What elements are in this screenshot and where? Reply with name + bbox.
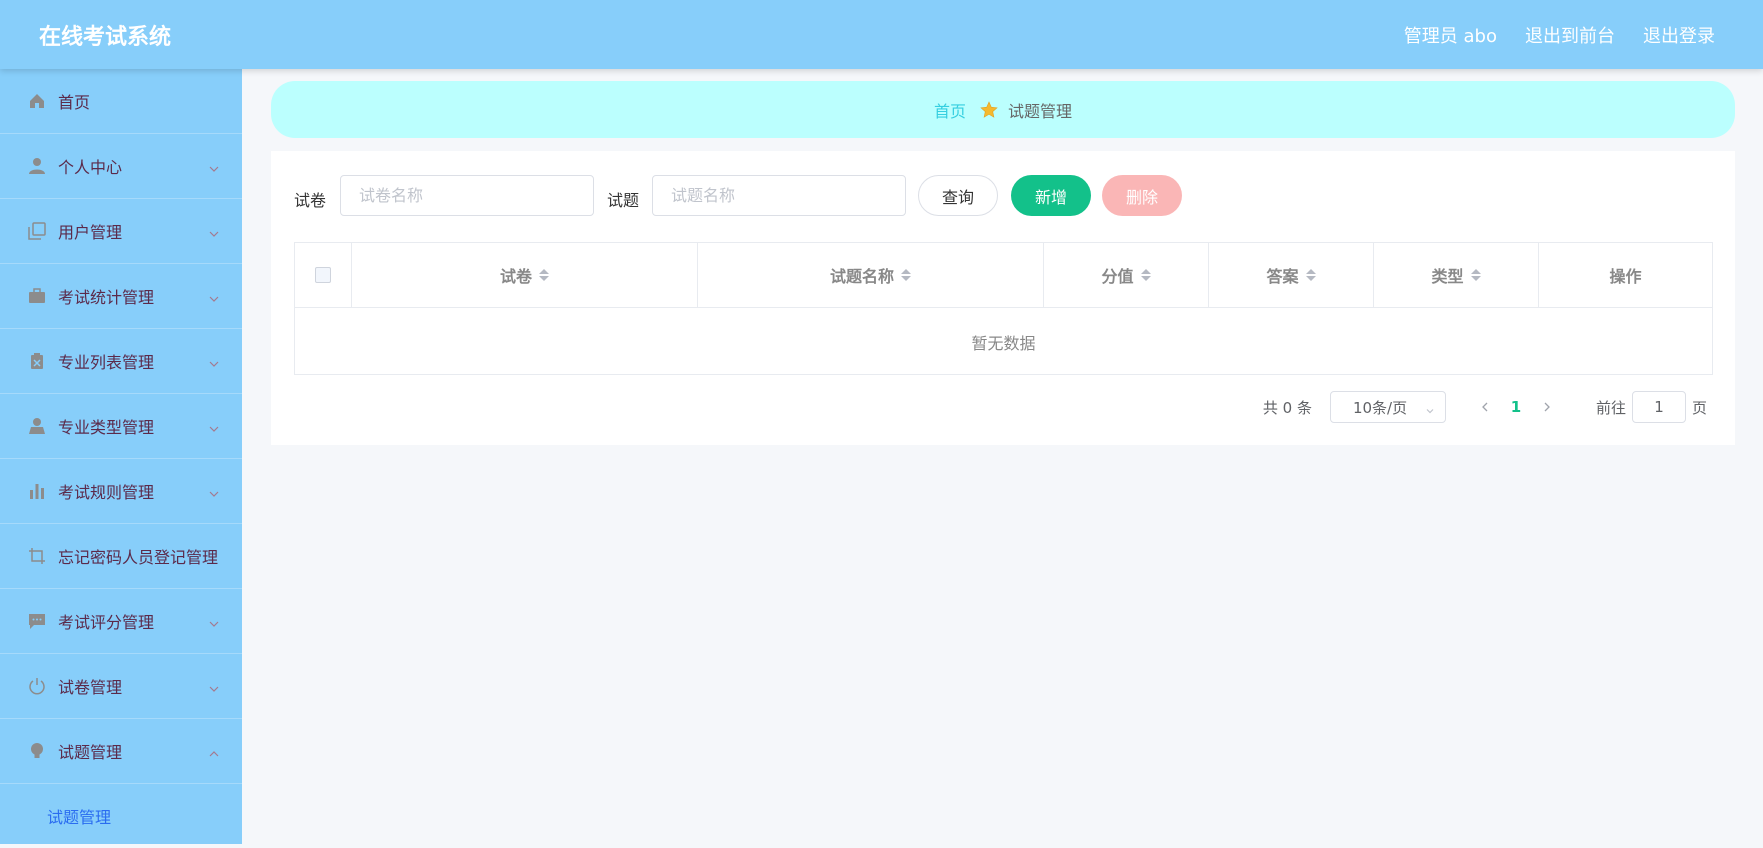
sidebar-item-label: 个人中心 bbox=[58, 158, 123, 177]
column-title: 类型 bbox=[1431, 267, 1464, 286]
paper-filter-label: 试卷 bbox=[294, 191, 327, 210]
sidebar-item-label: 考试评分管理 bbox=[58, 613, 155, 632]
column-header-paper[interactable]: 试卷 bbox=[352, 243, 698, 307]
sidebar-item-label: 专业列表管理 bbox=[58, 353, 155, 372]
crop-icon bbox=[28, 547, 46, 565]
sidebar-item-label: 忘记密码人员登记管理 bbox=[58, 548, 219, 567]
select-all-checkbox[interactable] bbox=[315, 267, 331, 283]
breadcrumb-current: 试题管理 bbox=[1008, 101, 1073, 121]
sidebar-item-label: 考试统计管理 bbox=[58, 288, 155, 307]
sidebar-item-exam-statistics[interactable]: 考试统计管理 bbox=[0, 264, 242, 329]
sidebar-item-question-management[interactable]: 试题管理 bbox=[0, 719, 242, 784]
chevron-down-icon bbox=[208, 420, 220, 432]
sidebar-item-label: 试题管理 bbox=[58, 743, 123, 762]
column-title: 答案 bbox=[1266, 267, 1299, 286]
exit-to-front-link[interactable]: 退出到前台 bbox=[1525, 22, 1615, 48]
goto-label: 前往 bbox=[1595, 398, 1626, 417]
goto-page-input[interactable] bbox=[1631, 391, 1686, 423]
copy-icon bbox=[28, 222, 46, 240]
sidebar: 首页 个人中心 用户管理 考试统计管理 专业列表管理 专业类型管理 考试规则管理… bbox=[0, 69, 242, 844]
sort-icon[interactable] bbox=[1470, 269, 1481, 281]
bar-chart-icon bbox=[28, 482, 46, 500]
briefcase-icon bbox=[28, 287, 46, 305]
chevron-down-icon bbox=[208, 160, 220, 172]
table-empty-text: 暂无数据 bbox=[971, 333, 1036, 353]
app-title: 在线考试系统 bbox=[39, 25, 172, 50]
chevron-down-icon bbox=[208, 355, 220, 367]
query-button[interactable]: 查询 bbox=[918, 175, 998, 216]
chevron-down-icon bbox=[208, 485, 220, 497]
sidebar-item-label: 考试规则管理 bbox=[58, 483, 155, 502]
chevron-down-icon bbox=[1425, 402, 1435, 414]
add-button[interactable]: 新增 bbox=[1011, 175, 1091, 216]
page-number-active[interactable]: 1 bbox=[1496, 398, 1536, 416]
page-size-value: 10条/页 bbox=[1352, 398, 1408, 417]
pagination-total: 共 0 条 bbox=[1262, 398, 1312, 417]
column-title: 试卷 bbox=[499, 267, 532, 286]
sidebar-item-user-management[interactable]: 用户管理 bbox=[0, 199, 242, 264]
chevron-down-icon bbox=[208, 225, 220, 237]
sidebar-item-exam-rules[interactable]: 考试规则管理 bbox=[0, 459, 242, 524]
sidebar-item-label: 用户管理 bbox=[58, 223, 123, 242]
select-all-cell[interactable] bbox=[295, 243, 352, 307]
sort-icon[interactable] bbox=[1140, 269, 1151, 281]
column-title: 试题名称 bbox=[829, 267, 894, 286]
sort-icon[interactable] bbox=[901, 269, 911, 281]
column-header-type[interactable]: 类型 bbox=[1374, 243, 1539, 307]
sidebar-item-paper-management[interactable]: 试卷管理 bbox=[0, 654, 242, 719]
sidebar-item-forgot-password[interactable]: 忘记密码人员登记管理 bbox=[0, 524, 242, 589]
main-panel: 试卷 试题 查询 新增 删除 试卷 试题名称 分值 答案 bbox=[271, 151, 1735, 445]
paper-name-input[interactable] bbox=[340, 175, 594, 216]
sidebar-item-label: 专业类型管理 bbox=[58, 418, 155, 437]
sidebar-item-major-type[interactable]: 专业类型管理 bbox=[0, 394, 242, 459]
sidebar-item-home[interactable]: 首页 bbox=[0, 69, 242, 134]
user-icon bbox=[28, 157, 46, 175]
home-icon bbox=[28, 92, 46, 110]
sidebar-item-major-list[interactable]: 专业列表管理 bbox=[0, 329, 242, 394]
sort-icon[interactable] bbox=[539, 269, 549, 281]
sidebar-subitem-question-management[interactable]: 试题管理 bbox=[0, 784, 242, 848]
table-header: 试卷 试题名称 分值 答案 类型 操作 bbox=[295, 243, 1712, 308]
question-filter-label: 试题 bbox=[607, 191, 640, 210]
breadcrumb: 首页 试题管理 bbox=[271, 81, 1735, 138]
column-title: 分值 bbox=[1101, 267, 1134, 286]
chevron-down-icon bbox=[208, 290, 220, 302]
column-header-score[interactable]: 分值 bbox=[1044, 243, 1209, 307]
power-icon bbox=[28, 677, 46, 695]
column-header-actions: 操作 bbox=[1539, 243, 1712, 307]
clipboard-icon bbox=[28, 352, 46, 370]
sidebar-item-label: 试卷管理 bbox=[58, 678, 123, 697]
questions-table: 试卷 试题名称 分值 答案 类型 操作 暂无数据 bbox=[294, 242, 1713, 375]
chevron-down-icon bbox=[208, 680, 220, 692]
column-header-question-name[interactable]: 试题名称 bbox=[698, 243, 1044, 307]
sidebar-item-personal-center[interactable]: 个人中心 bbox=[0, 134, 242, 199]
sort-icon[interactable] bbox=[1305, 269, 1316, 281]
person-icon bbox=[28, 417, 46, 435]
message-icon bbox=[28, 612, 46, 630]
prev-page-button[interactable] bbox=[1474, 396, 1496, 418]
column-title: 操作 bbox=[1609, 267, 1642, 286]
sidebar-item-exam-scoring[interactable]: 考试评分管理 bbox=[0, 589, 242, 654]
pagination: 共 0 条 10条/页 1 前往 页 bbox=[1263, 391, 1707, 423]
chevron-up-icon bbox=[208, 745, 220, 757]
logout-link[interactable]: 退出登录 bbox=[1643, 22, 1715, 48]
goto-suffix: 页 bbox=[1691, 398, 1707, 417]
column-header-answer[interactable]: 答案 bbox=[1209, 243, 1374, 307]
star-icon bbox=[980, 100, 998, 119]
chevron-down-icon bbox=[208, 615, 220, 627]
question-name-input[interactable] bbox=[652, 175, 906, 216]
top-header: 在线考试系统 管理员 abo 退出到前台 退出登录 bbox=[0, 0, 1763, 69]
header-actions: 管理员 abo 退出到前台 退出登录 bbox=[1404, 22, 1715, 48]
next-page-button[interactable] bbox=[1536, 396, 1558, 418]
breadcrumb-home-link[interactable]: 首页 bbox=[934, 98, 966, 122]
bulb-icon bbox=[28, 742, 46, 760]
delete-button[interactable]: 删除 bbox=[1102, 175, 1182, 216]
sidebar-item-label: 首页 bbox=[58, 93, 91, 112]
page-size-select[interactable]: 10条/页 bbox=[1329, 391, 1446, 423]
current-user: 管理员 abo bbox=[1403, 26, 1497, 47]
